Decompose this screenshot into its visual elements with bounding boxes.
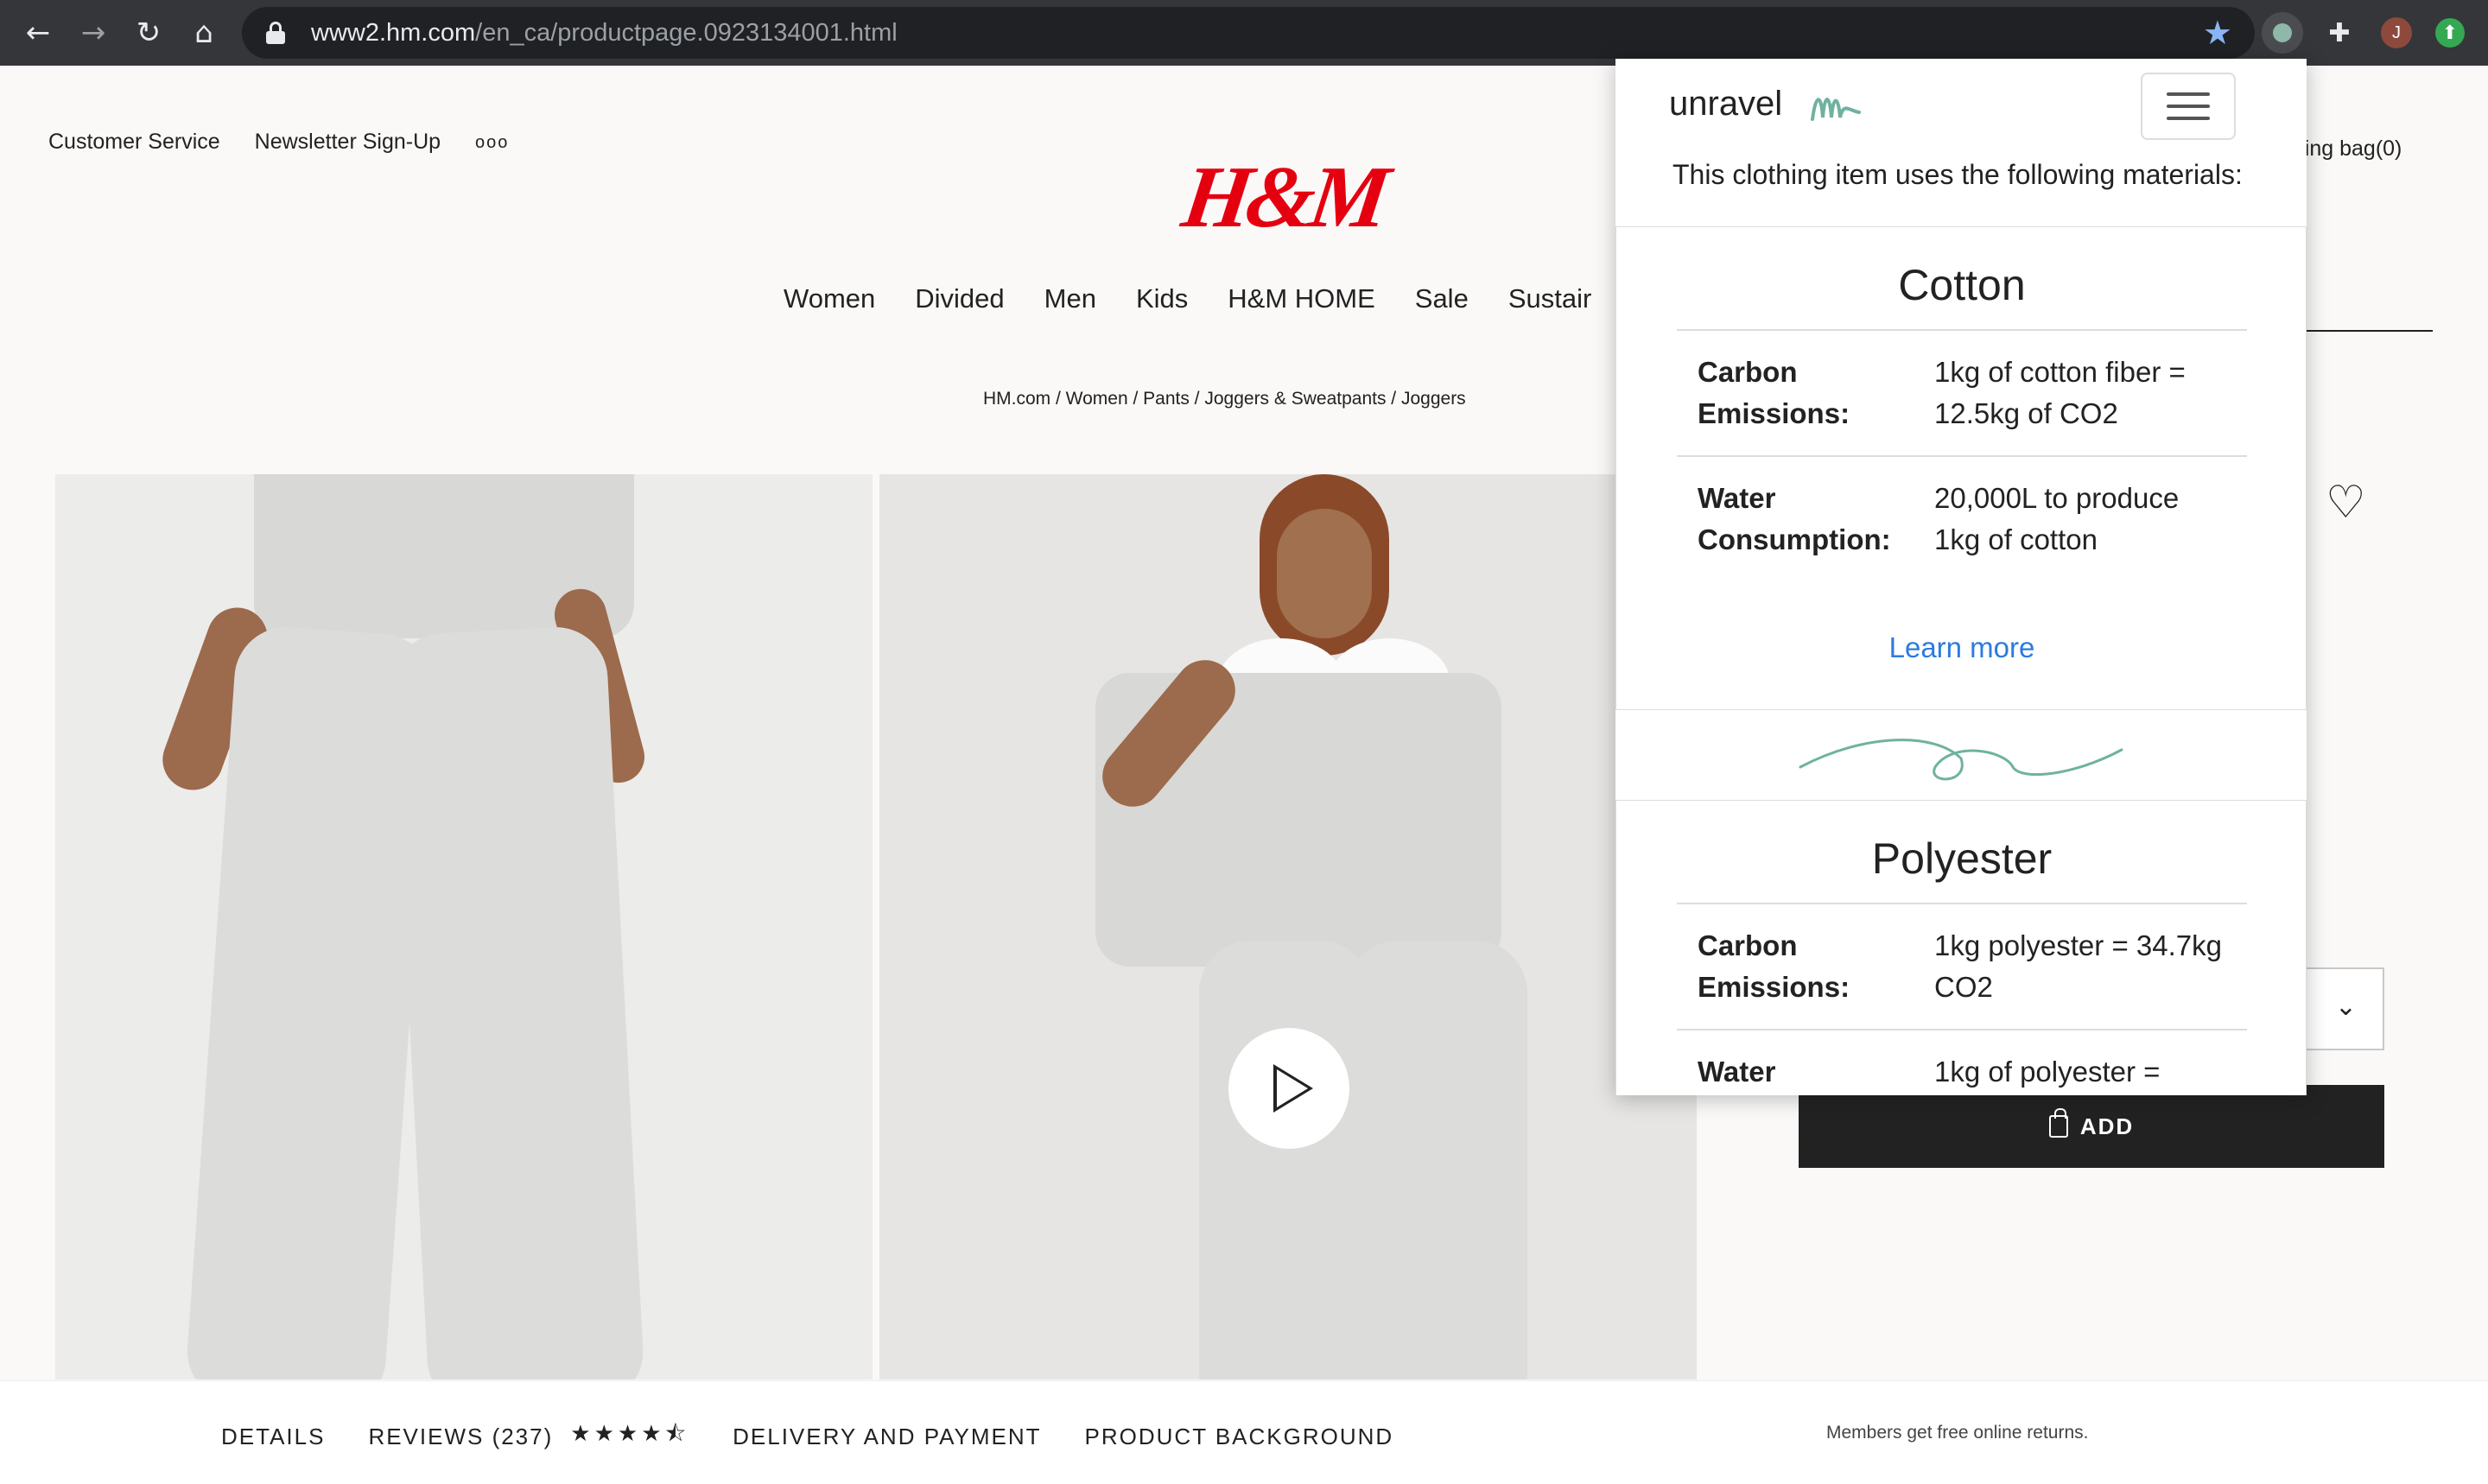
unravel-popup: unravel This clothing item uses the foll… — [1615, 59, 2307, 1095]
chevron-down-icon: ⌄ — [2334, 992, 2357, 1022]
water-label: Water Consumption: — [1698, 482, 1891, 555]
divider — [1677, 455, 2247, 457]
favorite-heart-icon[interactable]: ♡ — [2326, 477, 2366, 529]
address-bar[interactable]: www2.hm.com/en_ca/productpage.0923134001… — [242, 7, 2255, 59]
bag-icon — [2048, 1108, 2068, 1138]
rating-stars-icon: ★★★★⯪ — [570, 1421, 690, 1447]
carbon-value: 1kg of cotton fiber = 12.5kg of CO2 — [1934, 356, 2186, 429]
forward-icon[interactable]: → — [73, 12, 114, 54]
breadcrumb[interactable]: HM.com / Women / Pants / Joggers & Sweat… — [983, 389, 1466, 409]
nav-women[interactable]: Women — [784, 283, 875, 314]
back-icon[interactable]: ← — [17, 12, 59, 54]
carbon-label: Carbon Emissions: — [1698, 929, 1850, 1003]
tab-delivery[interactable]: DELIVERY AND PAYMENT — [733, 1424, 1041, 1450]
menu-icon[interactable] — [2141, 73, 2236, 140]
more-icon[interactable]: ooo — [475, 133, 509, 155]
water-value: 1kg of polyester = — [1934, 1056, 2161, 1088]
search-underline — [2307, 330, 2433, 332]
popup-header: unravel This clothing item uses the foll… — [1615, 59, 2307, 223]
reload-icon[interactable]: ↻ — [128, 12, 169, 54]
tab-reviews[interactable]: REVIEWS (237) — [368, 1424, 553, 1450]
material-name: Cotton — [1898, 261, 2026, 309]
home-icon[interactable]: ⌂ — [183, 12, 225, 54]
water-label: Water — [1698, 1056, 1776, 1088]
add-to-bag-button[interactable]: ADD — [1799, 1085, 2384, 1168]
material-card-polyester: Polyester Carbon Emissions: 1kg polyester… — [1615, 800, 2307, 1095]
unravel-extension-icon[interactable] — [2262, 12, 2303, 54]
squiggle-divider-icon — [1799, 739, 2123, 781]
tab-details[interactable]: DETAILS — [221, 1424, 325, 1450]
customer-service-link[interactable]: Customer Service — [48, 130, 220, 155]
nav-sale[interactable]: Sale — [1415, 283, 1469, 314]
nav-kids[interactable]: Kids — [1136, 283, 1188, 314]
hm-logo[interactable]: H&M — [1177, 147, 1391, 248]
top-links: Customer Service Newsletter Sign-Up ooo — [48, 130, 509, 155]
nav-divided[interactable]: Divided — [915, 283, 1004, 314]
main-nav: Women Divided Men Kids H&M HOME Sale Sus… — [784, 283, 1591, 314]
url-text[interactable]: www2.hm.com/en_ca/productpage.0923134001… — [311, 19, 898, 48]
play-video-button[interactable] — [1228, 1028, 1349, 1149]
product-info-bar: DETAILS REVIEWS (237) ★★★★⯪ DELIVERY AND… — [0, 1380, 2488, 1484]
material-name: Polyester — [1871, 834, 2053, 883]
nav-men[interactable]: Men — [1044, 283, 1096, 314]
extensions-puzzle-icon[interactable]: ✚ — [2319, 12, 2360, 54]
profile-avatar[interactable]: J — [2376, 12, 2417, 54]
product-image-2[interactable] — [879, 474, 1697, 1379]
material-card-cotton: Cotton Carbon Emissions: 1kg of cotton fi… — [1615, 226, 2307, 710]
water-value: 20,000L to produce 1kg of cotton — [1934, 482, 2180, 555]
materials-intro: This clothing item uses the following ma… — [1672, 159, 2243, 190]
nav-hm-home[interactable]: H&M HOME — [1228, 283, 1375, 314]
divider — [1677, 329, 2247, 331]
tab-product-background[interactable]: PRODUCT BACKGROUND — [1085, 1424, 1394, 1450]
lock-icon — [266, 22, 285, 44]
unravel-brand: unravel — [1669, 85, 1783, 123]
product-image-1[interactable] — [55, 474, 873, 1379]
update-icon[interactable]: ⬆ — [2429, 12, 2471, 54]
divider — [1677, 1029, 2247, 1031]
unravel-logo-icon — [1811, 98, 1861, 121]
returns-note: Members get free online returns. — [1826, 1423, 2089, 1443]
play-icon — [1273, 1064, 1313, 1113]
newsletter-link[interactable]: Newsletter Sign-Up — [255, 130, 441, 155]
carbon-label: Carbon Emissions: — [1698, 356, 1850, 429]
divider — [1677, 903, 2247, 904]
add-label: ADD — [2079, 1113, 2135, 1139]
browser-toolbar: ← → ↻ ⌂ www2.hm.com/en_ca/productpage.09… — [0, 0, 2488, 66]
learn-more-link[interactable]: Learn more — [1616, 631, 2307, 664]
nav-sustainability[interactable]: Sustair — [1508, 283, 1591, 314]
carbon-value: 1kg polyester = 34.7kg CO2 — [1934, 929, 2222, 1003]
bookmark-star-icon[interactable]: ★ — [2203, 14, 2232, 52]
